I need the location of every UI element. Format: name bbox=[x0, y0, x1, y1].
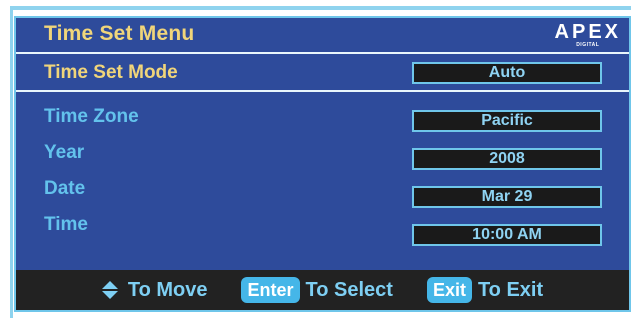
selected-row-separator bbox=[16, 90, 629, 92]
time-set-menu-panel: Time Set Menu APEX DIGITAL Time Set Mode… bbox=[14, 16, 631, 312]
menu-title: Time Set Menu bbox=[44, 22, 195, 45]
select-hint: To Select bbox=[305, 278, 393, 301]
move-hint: To Move bbox=[127, 278, 208, 301]
apex-logo: APEX DIGITAL bbox=[555, 22, 621, 48]
time-zone-field[interactable]: Pacific bbox=[412, 110, 602, 132]
enter-key-badge: Enter bbox=[241, 277, 300, 303]
title-separator bbox=[16, 52, 629, 54]
footer-help-bar: To Move Enter To Select Exit To Exit bbox=[16, 270, 629, 310]
time-set-mode-label: Time Set Mode bbox=[44, 62, 178, 83]
top-border bbox=[10, 6, 631, 10]
exit-hint: To Exit bbox=[477, 278, 544, 301]
date-label: Date bbox=[44, 178, 86, 199]
time-set-mode-field[interactable]: Auto bbox=[412, 62, 602, 84]
time-zone-label: Time Zone bbox=[44, 106, 139, 127]
up-down-arrow-icon bbox=[101, 281, 118, 299]
year-label: Year bbox=[44, 142, 85, 163]
logo-wordmark: APEX bbox=[554, 21, 621, 43]
exit-key-badge: Exit bbox=[426, 277, 472, 303]
year-field[interactable]: 2008 bbox=[412, 148, 602, 170]
date-field[interactable]: Mar 29 bbox=[412, 186, 602, 208]
left-border bbox=[10, 6, 13, 318]
time-field[interactable]: 10:00 AM bbox=[412, 224, 602, 246]
time-label: Time bbox=[44, 214, 89, 235]
